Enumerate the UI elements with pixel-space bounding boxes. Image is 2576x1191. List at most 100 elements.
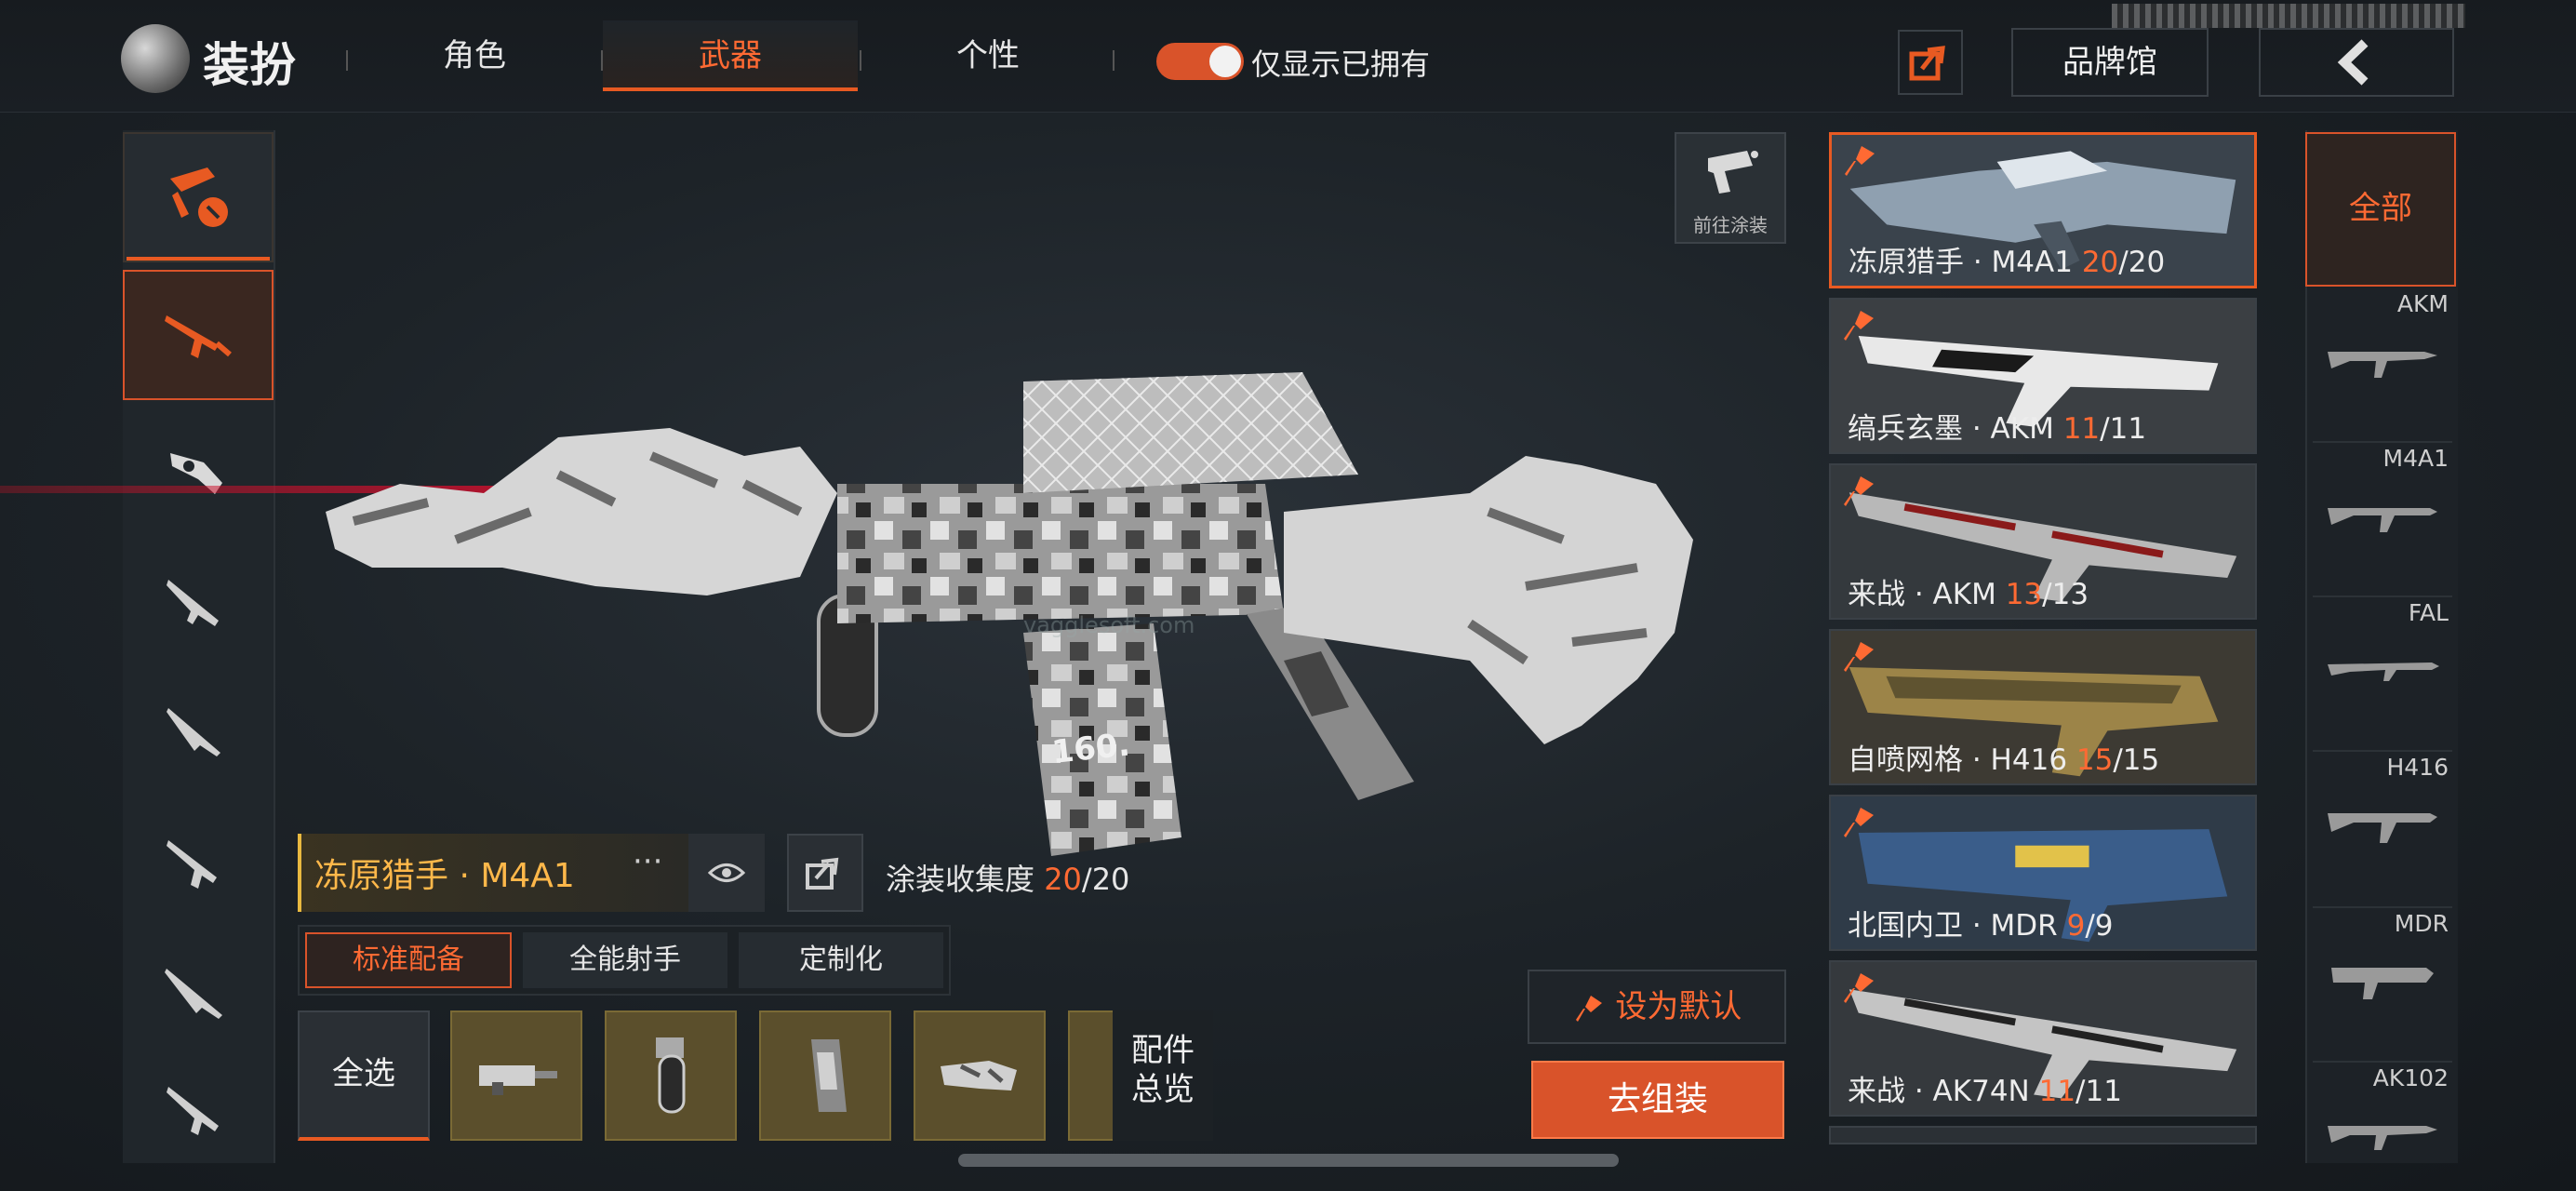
filter-weapon-name[interactable]: AK102 [2373,1064,2449,1091]
stock-attachment-icon [941,1061,1017,1091]
skin-card[interactable]: 自喷网格 · H416 15/15 [1829,629,2257,785]
tab-weapon[interactable]: 武器 [603,20,858,91]
category-smg[interactable] [123,409,274,540]
receiver-attachment-icon [479,1065,557,1095]
brush-icon [1844,476,1874,506]
eye-icon [708,863,745,882]
attachment-slot[interactable] [759,1010,891,1141]
filter-all-button[interactable]: 全部 [2305,132,2456,287]
attachments-overview-label: 配件 总览 [1131,1032,1195,1108]
preview-button[interactable] [688,834,765,912]
select-all-button[interactable]: 全选 [298,1010,430,1141]
assemble-button[interactable]: 去组装 [1531,1061,1784,1139]
filter-weapon-name[interactable]: FAL [2409,599,2449,626]
sniper-rifle-icon [165,969,222,1019]
skin-card[interactable]: 来战 · AK74N 11/11 [1829,960,2257,1117]
page-title: 装扮 [203,38,296,92]
attachment-slot[interactable] [605,1010,737,1141]
attachments-overview-button[interactable]: 配件 总览 [1113,1010,1213,1141]
chevron-left-icon [2337,39,2369,86]
divider [2313,750,2452,752]
share-icon [1909,46,1945,81]
toggle-knob [1209,46,1241,77]
spray-gun-icon [1708,151,1758,194]
share-button[interactable] [1898,30,1963,95]
svg-text:vagglesoft.com: vagglesoft.com [1023,612,1195,638]
more-options-button[interactable]: ··· [633,843,662,880]
fal-icon [2328,662,2439,681]
skin-label: 缟兵玄墨 · AKM 11/11 [1848,412,2147,446]
filter-weapon-name[interactable]: AKM [2397,290,2449,317]
tab-standard-loadout[interactable]: 标准配备 [305,932,512,988]
filter-weapon-name[interactable]: M4A1 [2383,445,2449,472]
skin-label: 来战 · AK74N 11/11 [1848,1075,2122,1108]
brush-icon [1844,642,1874,672]
skin-label: 自喷网格 · H416 15/15 [1848,743,2160,777]
category-shotgun[interactable] [123,540,274,670]
collect-current: 20 [1044,862,1082,897]
skin-card[interactable]: 北国内卫 · MDR 9/9 [1829,795,2257,951]
skin-card[interactable]: 缟兵玄墨 · AKM 11/11 [1829,298,2257,454]
owned-only-toggle[interactable] [1156,43,1244,80]
attachment-slot[interactable] [914,1010,1046,1141]
divider [1113,50,1114,71]
share-weapon-button[interactable] [787,834,863,912]
brush-icon [1844,311,1874,341]
skin-label: 来战 · AKM 13/13 [1848,578,2089,611]
tab-role[interactable]: 角色 [391,20,558,91]
brush-icon [1844,808,1874,837]
home-indicator-bar[interactable] [958,1154,1619,1167]
assault-rifle-icon [167,840,217,889]
magazine-attachment-icon [811,1039,847,1112]
skin-label: 冻原猎手 · M4A1 20/20 [1849,246,2166,279]
weapon-brush-icon [170,167,228,227]
smg-icon [170,453,222,494]
back-button[interactable] [2259,28,2454,97]
weapon-name: 冻原猎手 · M4A1 [314,857,575,895]
weapon-model: 160. vagglesoft.com [326,372,1693,856]
brush-icon [1845,146,1875,176]
collect-total: /20 [1081,862,1130,897]
ak102-icon [2328,1126,2437,1150]
h416-icon [2328,813,2437,843]
share-icon [806,857,839,890]
skin-label: 北国内卫 · MDR 9/9 [1848,909,2114,943]
skin-card-partial[interactable] [1829,1126,2257,1144]
skin-card[interactable]: 来战 · AKM 13/13 [1829,463,2257,620]
category-lmg[interactable] [123,1061,274,1163]
filter-weapon-name[interactable]: H416 [2386,754,2449,781]
grip-attachment-icon [656,1037,686,1114]
divider [346,50,348,71]
attachment-slot[interactable] [450,1010,582,1141]
collect-label: 涂装收集度 [886,862,1035,897]
tab-custom[interactable]: 定制化 [739,932,943,988]
category-sniper[interactable] [123,930,274,1061]
brand-store-button[interactable]: 品牌馆 [2011,28,2209,97]
filter-weapon-name[interactable]: MDR [2395,910,2449,937]
divider [2313,1061,2452,1063]
active-indicator [127,257,270,261]
obscured-status-text [2112,4,2465,28]
category-all-weapons[interactable] [123,132,274,262]
category-assault[interactable] [123,800,274,930]
tab-personality[interactable]: 个性 [902,20,1074,91]
rifle-icon [165,315,232,358]
divider [2313,596,2452,597]
globe-logo-icon [121,24,190,93]
brush-icon [1575,995,1602,1022]
brush-icon [1844,973,1874,1003]
divider [2313,441,2452,443]
marksman-rifle-icon [167,708,220,756]
set-default-label: 设为默认 [1615,988,1742,1025]
tab-allround-shooter[interactable]: 全能射手 [523,932,727,988]
m4a1-icon [2328,508,2437,532]
divider [860,50,861,71]
category-marksman[interactable] [123,670,274,800]
skin-collection-progress: 涂装收集度 20/20 [886,856,1129,899]
shotgun-icon [167,580,219,626]
set-default-button[interactable]: 设为默认 [1528,970,1786,1044]
skin-card[interactable]: 冻原猎手 · M4A1 20/20 [1829,132,2257,288]
lmg-icon [167,1087,219,1135]
category-rifle[interactable] [123,270,274,400]
mdr-icon [2331,968,2434,999]
